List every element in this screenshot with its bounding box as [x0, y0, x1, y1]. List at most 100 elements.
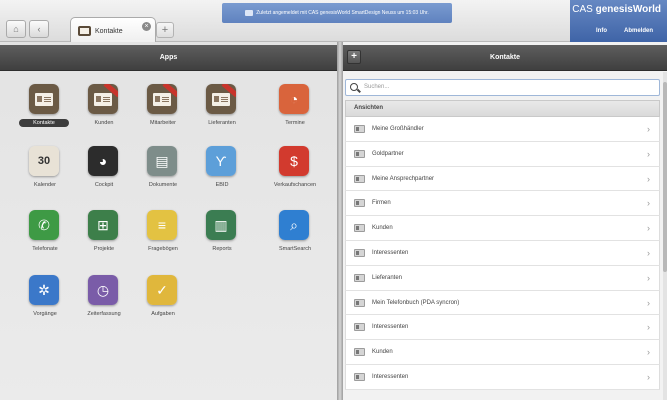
list-item-label: Goldpartner: [372, 150, 404, 157]
plus-icon: +: [161, 24, 169, 36]
chevron-right-icon: ›: [647, 347, 650, 358]
view-icon: [354, 323, 365, 332]
list-item[interactable]: Goldpartner ›: [345, 141, 660, 167]
app-tile-lieferanten[interactable]: Lieferanten: [191, 84, 253, 140]
app-label: Reports: [212, 246, 232, 252]
list-item[interactable]: Lieferanten ›: [345, 265, 660, 291]
app-glyph: ⊞: [97, 217, 109, 233]
app-label: Fragebögen: [148, 246, 178, 252]
app-label: Lieferanten: [208, 120, 236, 126]
info-link[interactable]: Info: [596, 28, 607, 34]
card-glyph: [153, 93, 171, 106]
list-item[interactable]: Meine Großhändler ›: [345, 117, 660, 142]
list-item[interactable]: Kunden ›: [345, 216, 660, 241]
home-button[interactable]: ⌂: [6, 20, 26, 38]
appointments-clock-icon: ◔: [279, 84, 309, 114]
view-icon: [354, 224, 365, 233]
list-item[interactable]: Interessenten ›: [345, 240, 660, 266]
app-tile-projekte[interactable]: ⊞ Projekte: [73, 210, 135, 266]
app-label: Dokumente: [148, 182, 178, 188]
list-item[interactable]: Meine Ansprechpartner ›: [345, 166, 660, 192]
apps-panel-title: Apps: [0, 45, 337, 71]
scrollbar-thumb[interactable]: [663, 82, 667, 272]
app-label: Verkaufschancen: [273, 182, 317, 188]
ebid-icon: Ƴ: [206, 146, 236, 176]
app-glyph: ◔: [289, 91, 299, 107]
app-tile-zeiterfassung[interactable]: ◷ Zeiterfassung: [73, 275, 135, 331]
reports-bars-icon: ▥: [206, 210, 236, 240]
add-contact-button[interactable]: +: [347, 50, 361, 64]
app-glyph: ⌕: [290, 217, 298, 233]
search-input[interactable]: Suchen...: [345, 79, 660, 96]
list-item[interactable]: Interessenten ›: [345, 315, 660, 341]
back-icon: ‹: [37, 24, 41, 34]
views-list-items: Meine Großhändler › Goldpartner › Meine Ansp…: [345, 117, 660, 390]
app-tile-aufgaben[interactable]: ✓ Aufgaben: [132, 275, 194, 331]
tab-kontakte[interactable]: Kontakte ×: [70, 17, 156, 42]
contacts-tab-icon: [78, 26, 91, 36]
app-tile-verkaufschancen[interactable]: $ Verkaufschancen: [264, 146, 326, 202]
kontakte-panel-title: Kontakte: [490, 54, 520, 61]
logout-link[interactable]: Abmelden: [624, 28, 653, 34]
app-glyph: ◷: [96, 282, 110, 298]
view-icon: [354, 348, 365, 357]
app-tile-termine[interactable]: ◔ Termine: [264, 84, 326, 140]
app-tile-vorgänge[interactable]: ✲ Vorgänge: [14, 275, 76, 331]
list-item-label: Firmen: [372, 200, 391, 207]
view-icon: [354, 174, 365, 183]
views-list-header: Ansichten: [345, 100, 660, 117]
scrollbar[interactable]: [663, 72, 667, 400]
view-icon: [354, 125, 365, 133]
search-placeholder: Suchen...: [364, 84, 390, 90]
view-icon: [354, 298, 365, 307]
app-tile-ebid[interactable]: Ƴ EBID: [191, 146, 253, 202]
close-tab-icon[interactable]: ×: [142, 22, 151, 31]
app-label: Telefonate: [32, 246, 58, 252]
documents-icon: ▤: [147, 146, 177, 176]
plus-icon: +: [351, 51, 357, 62]
chevron-right-icon: ›: [647, 124, 650, 134]
questionnaire-icon: ≡: [147, 210, 177, 240]
view-icon: [354, 248, 365, 257]
app-glyph: ▥: [214, 217, 228, 233]
app-glyph: ✓: [156, 282, 168, 298]
app-tile-mitarbeiter[interactable]: Mitarbeiter: [132, 84, 194, 140]
list-item[interactable]: Mein Telefonbuch (PDA syncron) ›: [345, 290, 660, 316]
app-tile-kalender[interactable]: 30 Kalender: [14, 146, 76, 202]
list-item[interactable]: Interessenten ›: [345, 364, 660, 390]
app-tile-cockpit[interactable]: ◕ Cockpit: [73, 146, 135, 202]
app-tile-fragebögen[interactable]: ≡ Fragebögen: [132, 210, 194, 266]
smartsearch-icon: ⌕: [279, 210, 309, 240]
list-item-label: Kunden: [372, 349, 393, 356]
brand-logo: CAS genesisWorld: [572, 4, 661, 15]
list-item[interactable]: Firmen ›: [345, 191, 660, 217]
back-button[interactable]: ‹: [29, 20, 49, 38]
view-icon: [354, 199, 365, 208]
app-label: Projekte: [93, 246, 115, 252]
list-item-label: Kunden: [372, 225, 393, 232]
app-label: Zeiterfassung: [87, 311, 121, 317]
app-tile-telefonate[interactable]: ✆ Telefonate: [14, 210, 76, 266]
chevron-right-icon: ›: [647, 247, 650, 258]
app-tile-kontakte[interactable]: Kontakte: [14, 84, 76, 140]
app-tile-smartsearch[interactable]: ⌕ SmartSearch: [264, 210, 326, 266]
list-item-label: Interessenten: [372, 324, 409, 331]
chevron-right-icon: ›: [647, 173, 650, 184]
chevron-right-icon: ›: [647, 272, 650, 283]
employees-card-icon: [147, 84, 177, 114]
list-item[interactable]: Kunden ›: [345, 340, 660, 365]
chevron-right-icon: ›: [647, 371, 650, 382]
app-glyph: ≡: [157, 217, 167, 233]
app-tile-dokumente[interactable]: ▤ Dokumente: [132, 146, 194, 202]
key-icon: [245, 9, 254, 16]
add-tab-button[interactable]: +: [156, 22, 174, 38]
card-glyph: [94, 93, 112, 106]
time-tracking-icon: ◷: [88, 275, 118, 305]
brand-area: CAS genesisWorld Info Abmelden: [570, 0, 667, 42]
app-tile-kunden[interactable]: Kunden: [73, 84, 135, 140]
brand-cas: CAS: [572, 4, 593, 15]
view-icon: [354, 273, 365, 282]
projects-tree-icon: ⊞: [88, 210, 118, 240]
list-item-label: Interessenten: [372, 373, 409, 380]
app-tile-reports[interactable]: ▥ Reports: [191, 210, 253, 266]
